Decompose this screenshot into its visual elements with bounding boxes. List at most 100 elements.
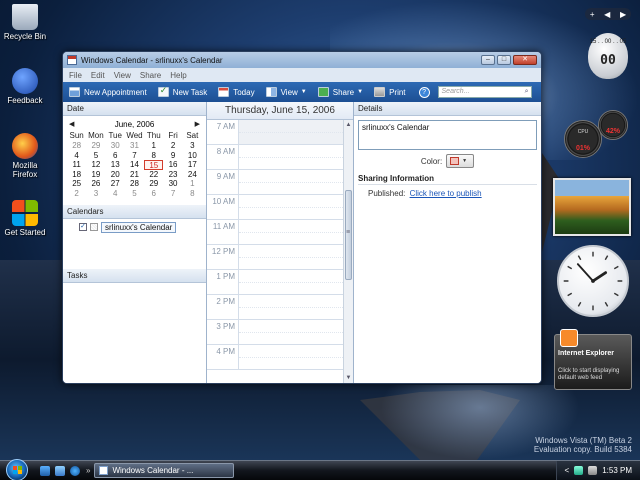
calendar-day[interactable]: 2 [163,141,182,151]
recycle-bin-icon[interactable]: Recycle Bin [0,4,50,41]
maximize-button[interactable]: □ [497,55,511,65]
time-slot[interactable] [238,245,353,269]
volume-icon[interactable] [588,466,598,475]
calendar-day[interactable]: 8 [144,151,163,161]
clock-time[interactable]: 1:53 PM [602,466,632,475]
calendar-day[interactable]: 27 [106,179,125,189]
calendar-day[interactable]: 6 [106,151,125,161]
calendar-checkbox[interactable]: ✓ [79,223,87,232]
calendar-entry[interactable]: ✓ srlinuxx's Calendar [79,221,190,233]
time-slot[interactable] [238,320,353,344]
calendar-day[interactable]: 16 [163,160,182,170]
calendar-day[interactable]: 29 [86,141,105,151]
start-button[interactable] [6,458,28,480]
time-slot[interactable] [238,220,353,244]
help-icon[interactable]: ? [418,86,430,98]
calendar-day[interactable]: 5 [125,189,144,199]
calendar-day[interactable]: 28 [67,141,86,151]
calendar-day[interactable]: 12 [86,160,105,170]
next-gadget-icon[interactable]: ▶ [620,10,626,19]
publish-link[interactable]: Click here to publish [410,189,482,198]
new-task-button[interactable]: New Task [157,85,207,97]
calendar-day[interactable]: 8 [183,189,202,199]
calendar-name[interactable]: srlinuxx's Calendar [101,221,177,233]
new-appointment-button[interactable]: New Appointment [69,87,147,97]
calendar-day[interactable]: 5 [86,151,105,161]
feed-headlines-gadget[interactable]: Internet Explorer Click to start display… [554,329,632,390]
firefox-desktop-icon[interactable]: Mozilla Firefox [0,133,50,179]
time-slot[interactable] [238,295,353,319]
chevron-right-icon[interactable]: » [86,466,90,475]
title-bar[interactable]: Windows Calendar - srlinuxx's Calendar –… [63,52,541,68]
share-button[interactable]: Share ▼ [317,87,363,97]
calendar-day[interactable]: 1 [183,179,202,189]
prev-gadget-icon[interactable]: ◀ [604,10,610,19]
timer-gadget[interactable]: 15 . . 00 . . 05 00 [584,33,632,83]
calendar-day[interactable]: 24 [183,170,202,180]
calendar-day[interactable]: 13 [106,160,125,170]
time-slot[interactable] [238,145,353,169]
calendar-day[interactable]: 20 [106,170,125,180]
cpu-meter-gadget[interactable]: CPU 01% 42% [560,110,632,166]
prev-month-icon[interactable]: ◀ [69,120,74,128]
calendar-day[interactable]: 9 [163,151,182,161]
calendar-day[interactable]: 3 [86,189,105,199]
calendar-day[interactable]: 18 [67,170,86,180]
minimize-button[interactable]: – [481,55,495,65]
menu-file[interactable]: File [69,71,82,80]
slideshow-gadget[interactable] [553,178,631,236]
calendar-day[interactable]: 14 [125,160,144,170]
time-slot[interactable] [238,345,353,369]
calendar-day[interactable]: 3 [183,141,202,151]
search-input[interactable]: Search... ⌕ [437,86,532,98]
calendar-day[interactable]: 17 [183,160,202,170]
calendar-day[interactable]: 6 [144,189,163,199]
internet-explorer-icon[interactable] [70,465,80,476]
taskbar-calendar-button[interactable]: Windows Calendar - ... [94,463,235,478]
menu-help[interactable]: Help [170,71,186,80]
add-gadget-icon[interactable]: + [590,10,595,19]
clock-gadget[interactable] [557,245,629,317]
scroll-up-icon[interactable]: ▲ [344,120,353,130]
calendar-day[interactable]: 30 [163,179,182,189]
print-button[interactable]: Print [374,87,406,97]
view-button[interactable]: View ▼ [265,87,307,97]
get-started-desktop-icon[interactable]: Get Started [0,200,50,237]
calendar-day[interactable]: 19 [86,170,105,180]
calendar-day[interactable]: 21 [125,170,144,180]
menu-view[interactable]: View [114,71,131,80]
time-slot[interactable] [238,270,353,294]
scroll-thumb[interactable] [345,190,352,280]
color-picker-button[interactable]: ▼ [446,154,475,168]
calendar-day[interactable]: 31 [125,141,144,151]
calendar-day[interactable]: 10 [183,151,202,161]
time-slot[interactable] [238,120,353,144]
calendar-day[interactable]: 2 [67,189,86,199]
calendar-day[interactable]: 4 [67,151,86,161]
time-slot[interactable] [238,195,353,219]
search-icon[interactable]: ⌕ [525,87,529,97]
network-icon[interactable] [574,466,584,475]
calendar-day[interactable]: 23 [163,170,182,180]
menu-share[interactable]: Share [140,71,161,80]
calendar-day[interactable]: 11 [67,160,86,170]
next-month-icon[interactable]: ▶ [195,120,200,128]
menu-edit[interactable]: Edit [91,71,105,80]
feedback-desktop-icon[interactable]: Feedback [0,68,50,105]
show-desktop-icon[interactable] [40,465,50,476]
calendar-day[interactable]: 7 [125,151,144,161]
calendar-day[interactable]: 29 [144,179,163,189]
calendar-day-today[interactable]: 15 [144,160,164,170]
calendar-day[interactable]: 25 [67,179,86,189]
scroll-down-icon[interactable]: ▼ [344,373,353,383]
calendar-day[interactable]: 28 [125,179,144,189]
calendar-day[interactable]: 1 [144,141,163,151]
tray-expand-icon[interactable]: < [565,466,570,475]
calendar-name-field[interactable]: srlinuxx's Calendar [358,120,537,150]
calendar-day[interactable]: 4 [106,189,125,199]
today-button[interactable]: Today [218,87,255,97]
close-button[interactable]: ✕ [513,55,537,65]
calendar-day[interactable]: 22 [144,170,163,180]
calendar-day[interactable]: 7 [163,189,182,199]
day-scrollbar[interactable]: ▲ ▼ [343,120,353,383]
